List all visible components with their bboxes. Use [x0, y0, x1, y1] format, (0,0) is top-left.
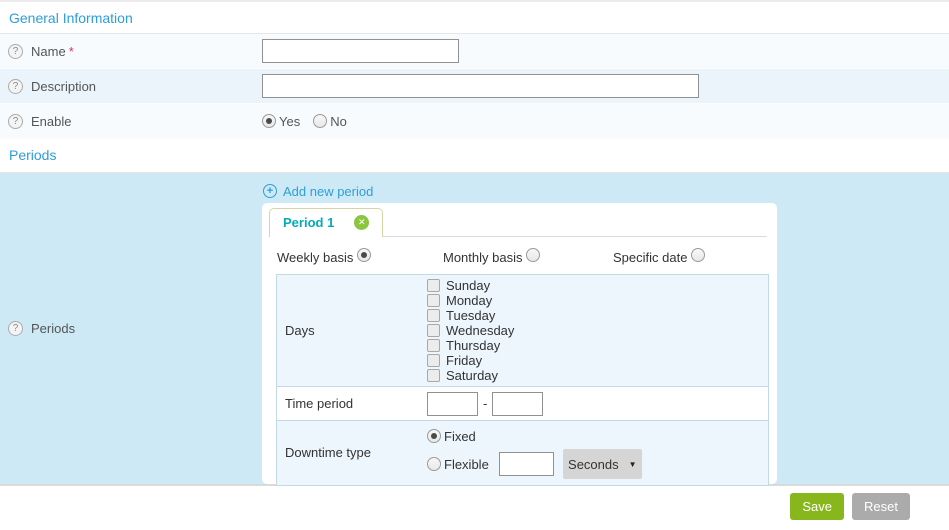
chevron-down-icon: ▼ [629, 460, 637, 469]
name-row: ? Name* [0, 34, 949, 69]
period-tabstrip: Period 1 ✕ [262, 203, 777, 237]
sunday-label: Sunday [446, 278, 490, 293]
monthly-basis-option[interactable]: Monthly basis [443, 250, 613, 265]
name-input[interactable] [262, 39, 459, 63]
flexible-duration-input[interactable] [499, 452, 554, 476]
time-start-input[interactable] [427, 392, 478, 416]
enable-row: ? Enable Yes No [0, 104, 949, 139]
day-tuesday[interactable]: Tuesday [427, 308, 514, 323]
friday-checkbox[interactable] [427, 354, 440, 367]
fixed-label: Fixed [444, 429, 476, 444]
save-button[interactable]: Save [790, 493, 844, 520]
monthly-basis-label: Monthly basis [443, 250, 522, 265]
days-checkbox-list: Sunday Monday Tuesday [427, 278, 514, 383]
monday-checkbox[interactable] [427, 294, 440, 307]
help-icon[interactable]: ? [8, 114, 23, 129]
period-panel: Period 1 ✕ Weekly basis Monthly basis [262, 203, 777, 484]
plus-circle-icon: + [263, 184, 277, 198]
weekly-basis-radio[interactable] [357, 248, 371, 262]
wednesday-label: Wednesday [446, 323, 514, 338]
flexible-label: Flexible [444, 457, 489, 472]
saturday-checkbox[interactable] [427, 369, 440, 382]
add-new-period-label: Add new period [283, 184, 373, 199]
time-period-label: Time period [277, 396, 427, 411]
required-asterisk: * [69, 44, 74, 59]
enable-label: Enable [31, 114, 71, 129]
specific-date-label: Specific date [613, 250, 687, 265]
periods-header: Periods [0, 139, 949, 173]
days-label: Days [277, 278, 427, 383]
tuesday-checkbox[interactable] [427, 309, 440, 322]
downtime-unit-select[interactable]: Seconds ▼ [563, 449, 642, 479]
sunday-checkbox[interactable] [427, 279, 440, 292]
description-label: Description [31, 79, 96, 94]
monday-label: Monday [446, 293, 492, 308]
specific-date-radio[interactable] [691, 248, 705, 262]
fixed-radio[interactable] [427, 429, 441, 443]
days-row: Days Sunday Monday [277, 275, 768, 386]
weekly-basis-label: Weekly basis [277, 250, 353, 265]
enable-no-radio[interactable] [313, 114, 327, 128]
downtime-type-label: Downtime type [277, 425, 427, 479]
time-end-input[interactable] [492, 392, 543, 416]
close-icon[interactable]: ✕ [354, 215, 369, 230]
help-icon[interactable]: ? [8, 321, 23, 336]
periods-label: Periods [31, 321, 75, 336]
wednesday-checkbox[interactable] [427, 324, 440, 337]
form-footer: Save Reset [0, 486, 949, 520]
general-information-header: General Information [0, 0, 949, 34]
time-separator: - [483, 396, 487, 411]
day-thursday[interactable]: Thursday [427, 338, 514, 353]
downtime-unit-value: Seconds [568, 457, 619, 472]
help-icon[interactable]: ? [8, 44, 23, 59]
description-row: ? Description [0, 69, 949, 104]
name-label: Name* [31, 44, 74, 59]
tab-period-1[interactable]: Period 1 ✕ [269, 208, 383, 237]
basis-options-row: Weekly basis Monthly basis Specific date [277, 250, 763, 265]
friday-label: Friday [446, 353, 482, 368]
tab-period-1-label: Period 1 [283, 215, 334, 230]
time-period-row: Time period - [277, 386, 768, 420]
flexible-radio[interactable] [427, 457, 441, 471]
add-new-period-link[interactable]: + Add new period [263, 181, 777, 201]
weekly-basis-option[interactable]: Weekly basis [277, 250, 443, 265]
downtime-type-row: Downtime type Fixed Flexible [277, 420, 768, 485]
day-wednesday[interactable]: Wednesday [427, 323, 514, 338]
day-saturday[interactable]: Saturday [427, 368, 514, 383]
help-icon[interactable]: ? [8, 79, 23, 94]
enable-yes-radio[interactable] [262, 114, 276, 128]
saturday-label: Saturday [446, 368, 498, 383]
monthly-basis-radio[interactable] [526, 248, 540, 262]
periods-row: ? Periods + Add new period Period 1 ✕ We… [0, 173, 949, 486]
day-monday[interactable]: Monday [427, 293, 514, 308]
specific-date-option[interactable]: Specific date [613, 250, 705, 265]
reset-button[interactable]: Reset [852, 493, 910, 520]
day-friday[interactable]: Friday [427, 353, 514, 368]
thursday-checkbox[interactable] [427, 339, 440, 352]
enable-no-label: No [330, 114, 347, 129]
thursday-label: Thursday [446, 338, 500, 353]
description-input[interactable] [262, 74, 699, 98]
enable-yes-label: Yes [279, 114, 300, 129]
period-settings-table: Days Sunday Monday [276, 274, 769, 486]
tuesday-label: Tuesday [446, 308, 495, 323]
day-sunday[interactable]: Sunday [427, 278, 514, 293]
